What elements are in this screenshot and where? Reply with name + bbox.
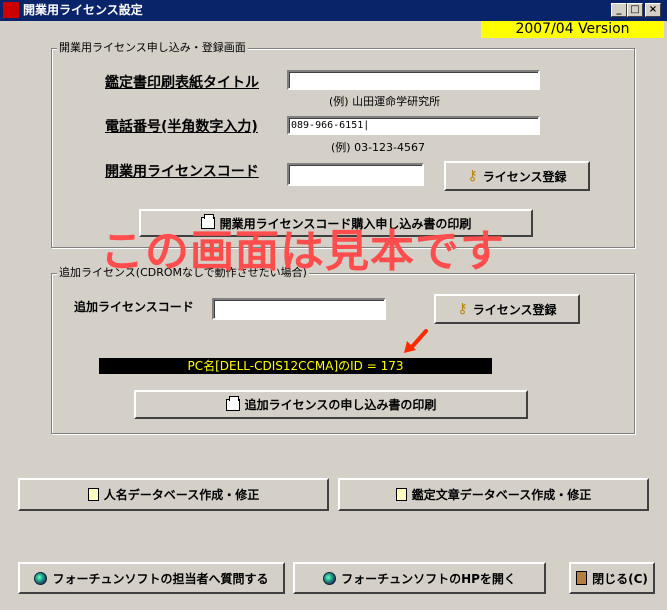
open-homepage-label: フォーチュンソフトのHPを開く — [341, 571, 516, 586]
text-database-button[interactable]: 鑑定文章データベース作成・修正 — [338, 478, 649, 511]
app-icon — [3, 2, 19, 18]
phone-input[interactable]: 089-966-6151| — [287, 116, 540, 135]
license-register-button-label: ライセンス登録 — [482, 169, 567, 184]
additional-code-input[interactable] — [212, 298, 386, 320]
print-additional-application-label: 追加ライセンスの申し込み書の印刷 — [244, 398, 437, 412]
printer-icon — [225, 395, 240, 411]
pc-id-display: PC名[DELL-CDIS12CCMA]のID = 173 — [99, 358, 492, 374]
sample-notice: この画面は見本です — [100, 226, 505, 277]
contact-support-button[interactable]: フォーチュンソフトの担当者へ質問する — [18, 562, 285, 594]
open-homepage-button[interactable]: フォーチュンソフトのHPを開く — [293, 562, 546, 594]
cover-title-input[interactable] — [287, 70, 540, 90]
additional-license-register-button[interactable]: ⚷ ライセンス登録 — [434, 294, 580, 324]
contact-support-label: フォーチュンソフトの担当者へ質問する — [52, 571, 269, 586]
key-icon: ⚷ — [457, 300, 468, 317]
additional-license-register-label: ライセンス登録 — [472, 302, 557, 317]
document-icon — [87, 488, 99, 501]
close-button-label: 閉じる(C) — [592, 571, 648, 586]
door-icon — [576, 571, 588, 585]
license-register-button[interactable]: ⚷ ライセンス登録 — [444, 161, 590, 191]
maximize-button[interactable]: □ — [627, 3, 643, 17]
globe-icon — [34, 571, 48, 585]
phone-example: (例) 03-123-4567 — [331, 141, 426, 154]
name-database-label: 人名データベース作成・修正 — [103, 488, 260, 502]
window-title: 開業用ライセンス設定 — [23, 3, 143, 17]
arrow-icon — [404, 329, 428, 353]
print-additional-application-button[interactable]: 追加ライセンスの申し込み書の印刷 — [134, 390, 528, 419]
name-database-button[interactable]: 人名データベース作成・修正 — [18, 478, 329, 511]
license-code-input[interactable] — [287, 163, 424, 186]
globe-icon — [323, 571, 337, 585]
version-label: 2007/04 Version — [481, 21, 664, 38]
close-window-button[interactable]: × — [645, 3, 661, 17]
cover-title-label: 鑑定書印刷表紙タイトル — [105, 75, 259, 91]
close-button[interactable]: 閉じる(C) — [569, 562, 655, 594]
text-database-label: 鑑定文章データベース作成・修正 — [411, 488, 592, 502]
license-apply-group-label: 開業用ライセンス申し込み・登録画面 — [57, 41, 248, 55]
cover-title-example: (例) 山田運命学研究所 — [329, 95, 441, 108]
key-icon: ⚷ — [467, 167, 478, 184]
additional-code-label: 追加ライセンスコード — [74, 300, 194, 314]
document-icon — [395, 488, 407, 501]
phone-label: 電話番号(半角数字入力) — [105, 119, 258, 135]
license-code-label: 開業用ライセンスコード — [105, 164, 259, 180]
minimize-button[interactable]: _ — [611, 3, 627, 17]
